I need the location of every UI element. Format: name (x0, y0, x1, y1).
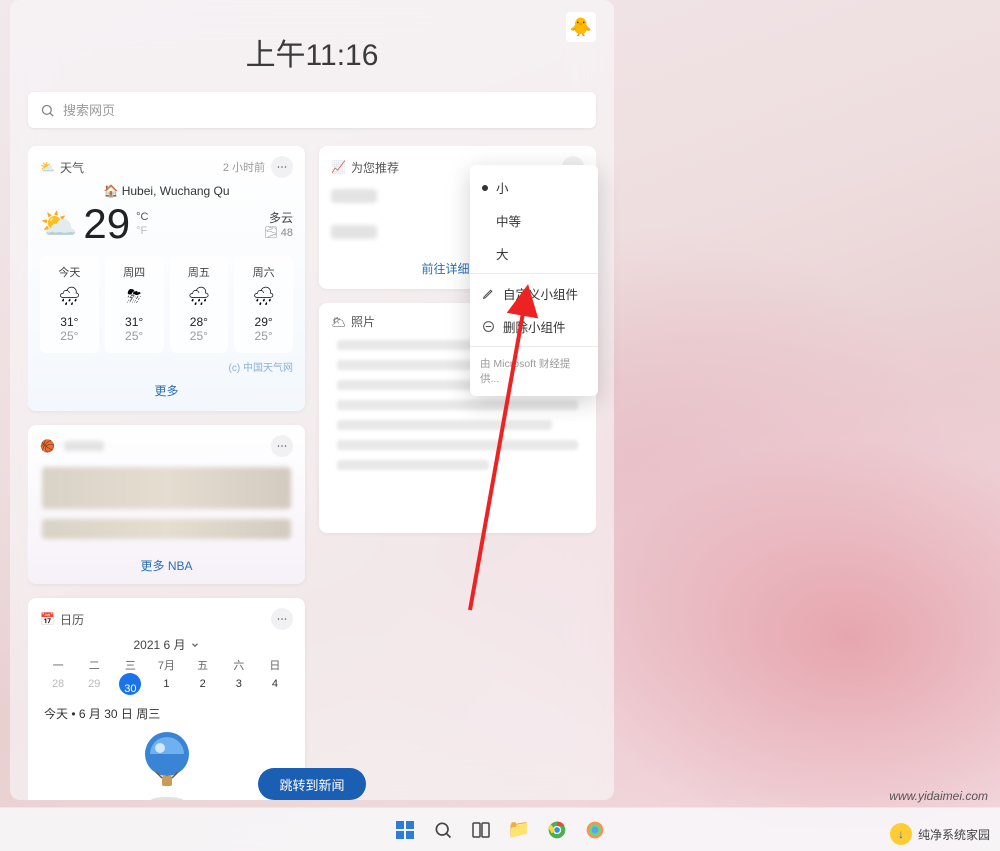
calendar-icon: 📅 (40, 612, 54, 626)
file-explorer-button[interactable]: 📁 (506, 817, 532, 843)
weather-more-link[interactable]: 更多 (40, 374, 293, 401)
calendar-day[interactable]: 2 (185, 673, 221, 695)
weather-location: 🏠 Hubei, Wuchang Qu (40, 184, 293, 198)
menu-size-small[interactable]: 小 (470, 171, 598, 204)
menu-remove-widget[interactable]: 删除小组件 (470, 310, 598, 343)
calendar-day[interactable]: 3 (221, 673, 257, 695)
menu-size-medium[interactable]: 中等 (470, 204, 598, 237)
menu-separator (470, 273, 598, 274)
dow: 二 (76, 657, 112, 673)
forecast-day[interactable]: 周四⛈31°25° (105, 256, 164, 353)
nba-more-link[interactable]: 更多 NBA (40, 549, 293, 574)
photos-icon: 🌥 (331, 315, 345, 329)
weather-updated: 2 小时前 (223, 159, 265, 175)
clock-time: 上午11:16 (28, 30, 596, 74)
calendar-illustration (40, 728, 293, 800)
recommended-title: 为您推荐 (351, 159, 399, 176)
blurred-text (337, 380, 489, 390)
calendar-day[interactable]: 28 (40, 673, 76, 695)
dow: 三 (112, 657, 148, 673)
chevron-down-icon (190, 640, 200, 650)
menu-size-large[interactable]: 大 (470, 237, 598, 270)
menu-separator (470, 346, 598, 347)
weather-attribution: (c) 中国天气网 (40, 359, 293, 374)
blurred-text (331, 189, 377, 203)
watermark-url: www.yidaimei.com (889, 789, 988, 803)
nba-icon: 🏀 (40, 439, 54, 453)
weather-widget[interactable]: ⛅ 天气 2 小时前 🏠 Hubei, Wuchang Qu ⛅ 29 °C°F… (28, 146, 305, 411)
dow: 日 (257, 657, 293, 673)
watermark-brand: 纯净系统家园 (918, 826, 990, 843)
unit-fahrenheit[interactable]: °F (136, 224, 148, 238)
widget-context-menu: 小 中等 大 自定义小组件 删除小组件 由 Microsoft 财经提供... (470, 165, 598, 396)
dow: 六 (221, 657, 257, 673)
forecast-day[interactable]: 周六🌧29°25° (234, 256, 293, 353)
calendar-month[interactable]: 2021 6 月 (40, 636, 293, 653)
calendar-day[interactable]: 29 (76, 673, 112, 695)
weather-forecast: 今天🌧31°25° 周四⛈31°25° 周五🌧28°25° 周六🌧29°25° (40, 256, 293, 353)
blurred-content (42, 519, 291, 539)
weather-title: 天气 (60, 159, 84, 176)
jump-to-news-button[interactable]: 跳转到新闻 (258, 768, 366, 800)
dow: 五 (185, 657, 221, 673)
forecast-day[interactable]: 周五🌧28°25° (170, 256, 229, 353)
dow: 一 (40, 657, 76, 673)
blurred-text (337, 420, 552, 430)
calendar-day[interactable]: 4 (257, 673, 293, 695)
calendar-title: 日历 (60, 611, 84, 628)
blurred-text (337, 440, 578, 450)
weather-more-button[interactable] (271, 156, 293, 178)
calendar-day[interactable]: 1 (148, 673, 184, 695)
chrome-button[interactable] (544, 817, 570, 843)
search-bar[interactable] (28, 92, 596, 128)
blurred-text (331, 225, 377, 239)
blurred-text (337, 460, 489, 470)
weather-condition: 多云 🌫 48 (264, 209, 293, 239)
blurred-text (64, 441, 104, 451)
unit-celsius[interactable]: °C (136, 210, 148, 224)
remove-icon (482, 320, 495, 333)
weather-temp: 29 (83, 200, 130, 248)
calendar-widget[interactable]: 📅 日历 2021 6 月 一 二 三 7月 五 六 日 28 (28, 598, 305, 800)
app-button[interactable] (582, 817, 608, 843)
taskbar: 📁 (0, 807, 1000, 851)
search-icon (40, 103, 55, 118)
watermark-badge-icon: ↓ (890, 823, 912, 845)
search-input[interactable] (63, 103, 584, 118)
menu-provider-footer: 由 Microsoft 财经提供... (470, 350, 598, 390)
start-button[interactable] (392, 817, 418, 843)
weather-current-icon: ⛅ (40, 207, 77, 242)
calendar-days: 28 29 30 1 2 3 4 (40, 673, 293, 695)
finance-icon: 📈 (331, 160, 345, 174)
bullet-selected-icon (482, 185, 488, 191)
blurred-text (337, 400, 578, 410)
avatar[interactable]: 🐥 (566, 12, 596, 42)
menu-customize-widget[interactable]: 自定义小组件 (470, 277, 598, 310)
calendar-day-today[interactable]: 30 (119, 673, 141, 695)
pencil-icon (482, 287, 495, 300)
calendar-today-label: 今天 • 6 月 30 日 周三 (44, 705, 293, 722)
blurred-content (42, 467, 291, 509)
taskview-button[interactable] (468, 817, 494, 843)
widgets-flyout: 🐥 上午11:16 ⛅ 天气 2 小时前 🏠 Hubei, Wuchang Qu… (10, 0, 614, 800)
weather-icon: ⛅ (40, 160, 54, 174)
nba-more-button[interactable] (271, 435, 293, 457)
nba-widget[interactable]: 🏀 更多 NBA (28, 425, 305, 584)
taskbar-search-button[interactable] (430, 817, 456, 843)
watermark: ↓ 纯净系统家园 (890, 823, 990, 845)
calendar-more-button[interactable] (271, 608, 293, 630)
forecast-day[interactable]: 今天🌧31°25° (40, 256, 99, 353)
dow: 7月 (148, 657, 184, 673)
photos-title: 照片 (351, 313, 375, 330)
